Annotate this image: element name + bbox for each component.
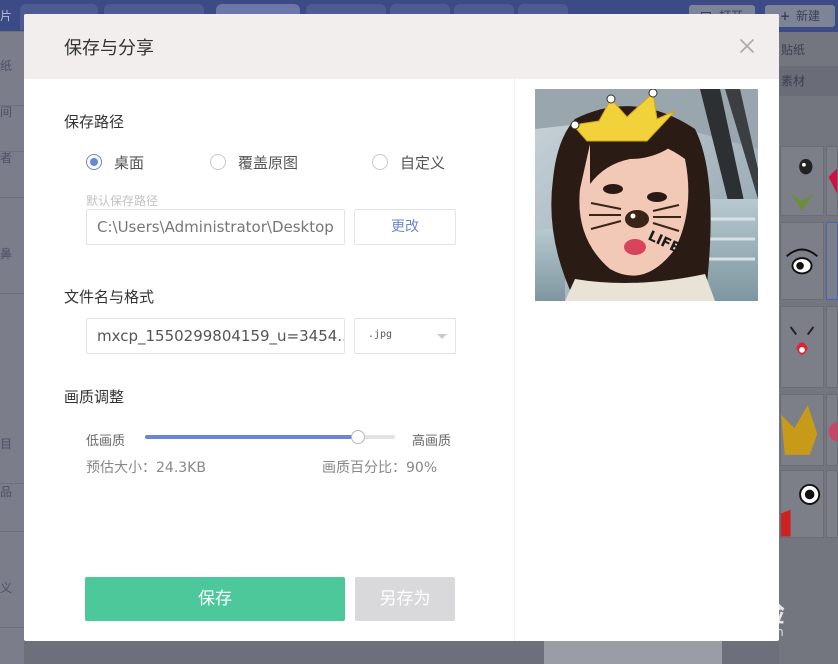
dialog-title: 保存与分享: [64, 38, 154, 59]
sticker-thumb[interactable]: [826, 146, 838, 216]
save-button[interactable]: 保存: [85, 577, 345, 621]
left-item[interactable]: 者: [0, 136, 24, 198]
new-button-label: 新建: [796, 9, 821, 23]
plus-icon: +: [779, 9, 791, 23]
left-item[interactable]: 鼻: [0, 232, 24, 294]
slider-handle[interactable]: [351, 430, 365, 444]
sticker-thumb[interactable]: [826, 394, 838, 466]
sticker-thumb[interactable]: [780, 394, 824, 466]
sticker-eye-icon: [786, 248, 818, 275]
right-tab-stickers[interactable]: 贴纸: [779, 36, 838, 64]
quality-percent: 画质百分比：90%: [322, 460, 438, 476]
format-select[interactable]: .jpg: [354, 318, 456, 354]
close-button[interactable]: [733, 32, 761, 60]
sticker-thumb[interactable]: [780, 222, 824, 300]
estimated-size: 预估大小：24.3KB: [86, 460, 206, 476]
low-quality-label: 低画质: [86, 434, 126, 449]
preview-photo: LIFE: [535, 89, 758, 301]
sticker-eyes-icon: [790, 159, 814, 211]
file-name-input[interactable]: mxcp_1550299804159_u=3454...: [86, 318, 345, 354]
sticker-ear-icon: [828, 168, 837, 194]
left-item[interactable]: 片: [0, 0, 24, 32]
save-as-button[interactable]: 另存为: [355, 577, 455, 621]
close-icon: [740, 39, 754, 53]
save-share-dialog: 保存与分享 保存路径 桌面 覆盖原图 自定义 默认保存路径 更改 文件名与格式 …: [24, 14, 779, 641]
chevron-down-icon: [437, 334, 447, 339]
sticker-mouth-icon: [781, 483, 821, 537]
sticker-face-icon: [789, 326, 815, 355]
sticker-round-icon: [828, 421, 837, 442]
baidu-jingyan-watermark: Baidu经验 jingyan.baidu.com: [643, 575, 833, 647]
sticker-crown-icon: [781, 405, 818, 455]
radio-label: 覆盖原图: [238, 153, 299, 172]
radio-label: 自定义: [400, 153, 446, 172]
left-item[interactable]: 品: [0, 470, 24, 532]
radio-dot[interactable]: [372, 154, 388, 170]
preview-image: LIFE: [535, 89, 758, 301]
radio-overwrite[interactable]: 覆盖原图: [210, 151, 298, 173]
sticker-thumb[interactable]: [826, 306, 838, 388]
left-item[interactable]: 义: [0, 566, 24, 628]
format-value: .jpg: [368, 329, 393, 340]
sticker-thumb[interactable]: [780, 470, 824, 538]
quality-slider[interactable]: [145, 430, 395, 444]
sticker-thumb[interactable]: [826, 470, 838, 538]
high-quality-label: 高画质: [412, 434, 452, 449]
radio-desktop[interactable]: 桌面: [86, 151, 144, 173]
default-path-hint: 默认保存路径: [86, 194, 159, 208]
quality-title: 画质调整: [64, 388, 125, 406]
right-tab-materials[interactable]: 素材: [779, 66, 838, 96]
change-path-button[interactable]: 更改: [354, 209, 456, 245]
radio-label: 桌面: [114, 153, 145, 172]
dialog-divider: [514, 79, 515, 641]
save-path-input[interactable]: [86, 209, 345, 245]
radio-dot[interactable]: [210, 154, 226, 170]
sticker-thumb[interactable]: [780, 306, 824, 388]
sticker-thumb-selected[interactable]: [826, 222, 838, 300]
file-section-title: 文件名与格式: [64, 288, 155, 306]
radio-dot-checked[interactable]: [86, 154, 102, 170]
slider-fill: [145, 435, 358, 439]
radio-custom[interactable]: 自定义: [372, 151, 445, 173]
save-path-title: 保存路径: [64, 113, 125, 131]
sticker-thumb[interactable]: [780, 146, 824, 216]
watermark-site: jingyan.baidu.com: [673, 625, 784, 639]
